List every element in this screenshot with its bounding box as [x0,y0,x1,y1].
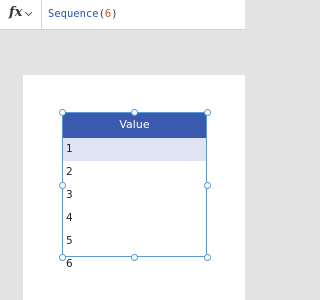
formula-function-name: Sequence [48,8,99,20]
formula-bar: fx Sequence(6) [0,0,245,30]
gallery-row[interactable]: 4 [62,207,207,230]
resize-handle-middle-right[interactable] [204,182,211,189]
app-screen[interactable]: Value 1 2 3 4 5 6 [23,75,245,300]
gallery-row[interactable]: 3 [62,184,207,207]
resize-handle-top-center[interactable] [131,109,138,116]
gallery-row[interactable]: 2 [62,161,207,184]
resize-handle-bottom-center[interactable] [131,254,138,261]
resize-handle-bottom-left[interactable] [59,254,66,261]
resize-handle-top-right[interactable] [204,109,211,116]
canvas-area: Value 1 2 3 4 5 6 [0,30,245,300]
formula-input[interactable]: Sequence(6) [48,8,118,20]
formula-close-paren: ) [111,8,118,20]
gallery-row[interactable]: 5 [62,230,207,253]
gallery-row[interactable]: 1 [62,138,207,161]
function-selector[interactable]: fx [0,0,42,30]
fx-label: fx [9,5,23,20]
resize-handle-top-left[interactable] [59,109,66,116]
resize-handle-middle-left[interactable] [59,182,66,189]
resize-handle-bottom-right[interactable] [204,254,211,261]
gallery-control[interactable]: Value 1 2 3 4 5 6 [62,112,207,270]
chevron-down-icon [24,11,33,17]
